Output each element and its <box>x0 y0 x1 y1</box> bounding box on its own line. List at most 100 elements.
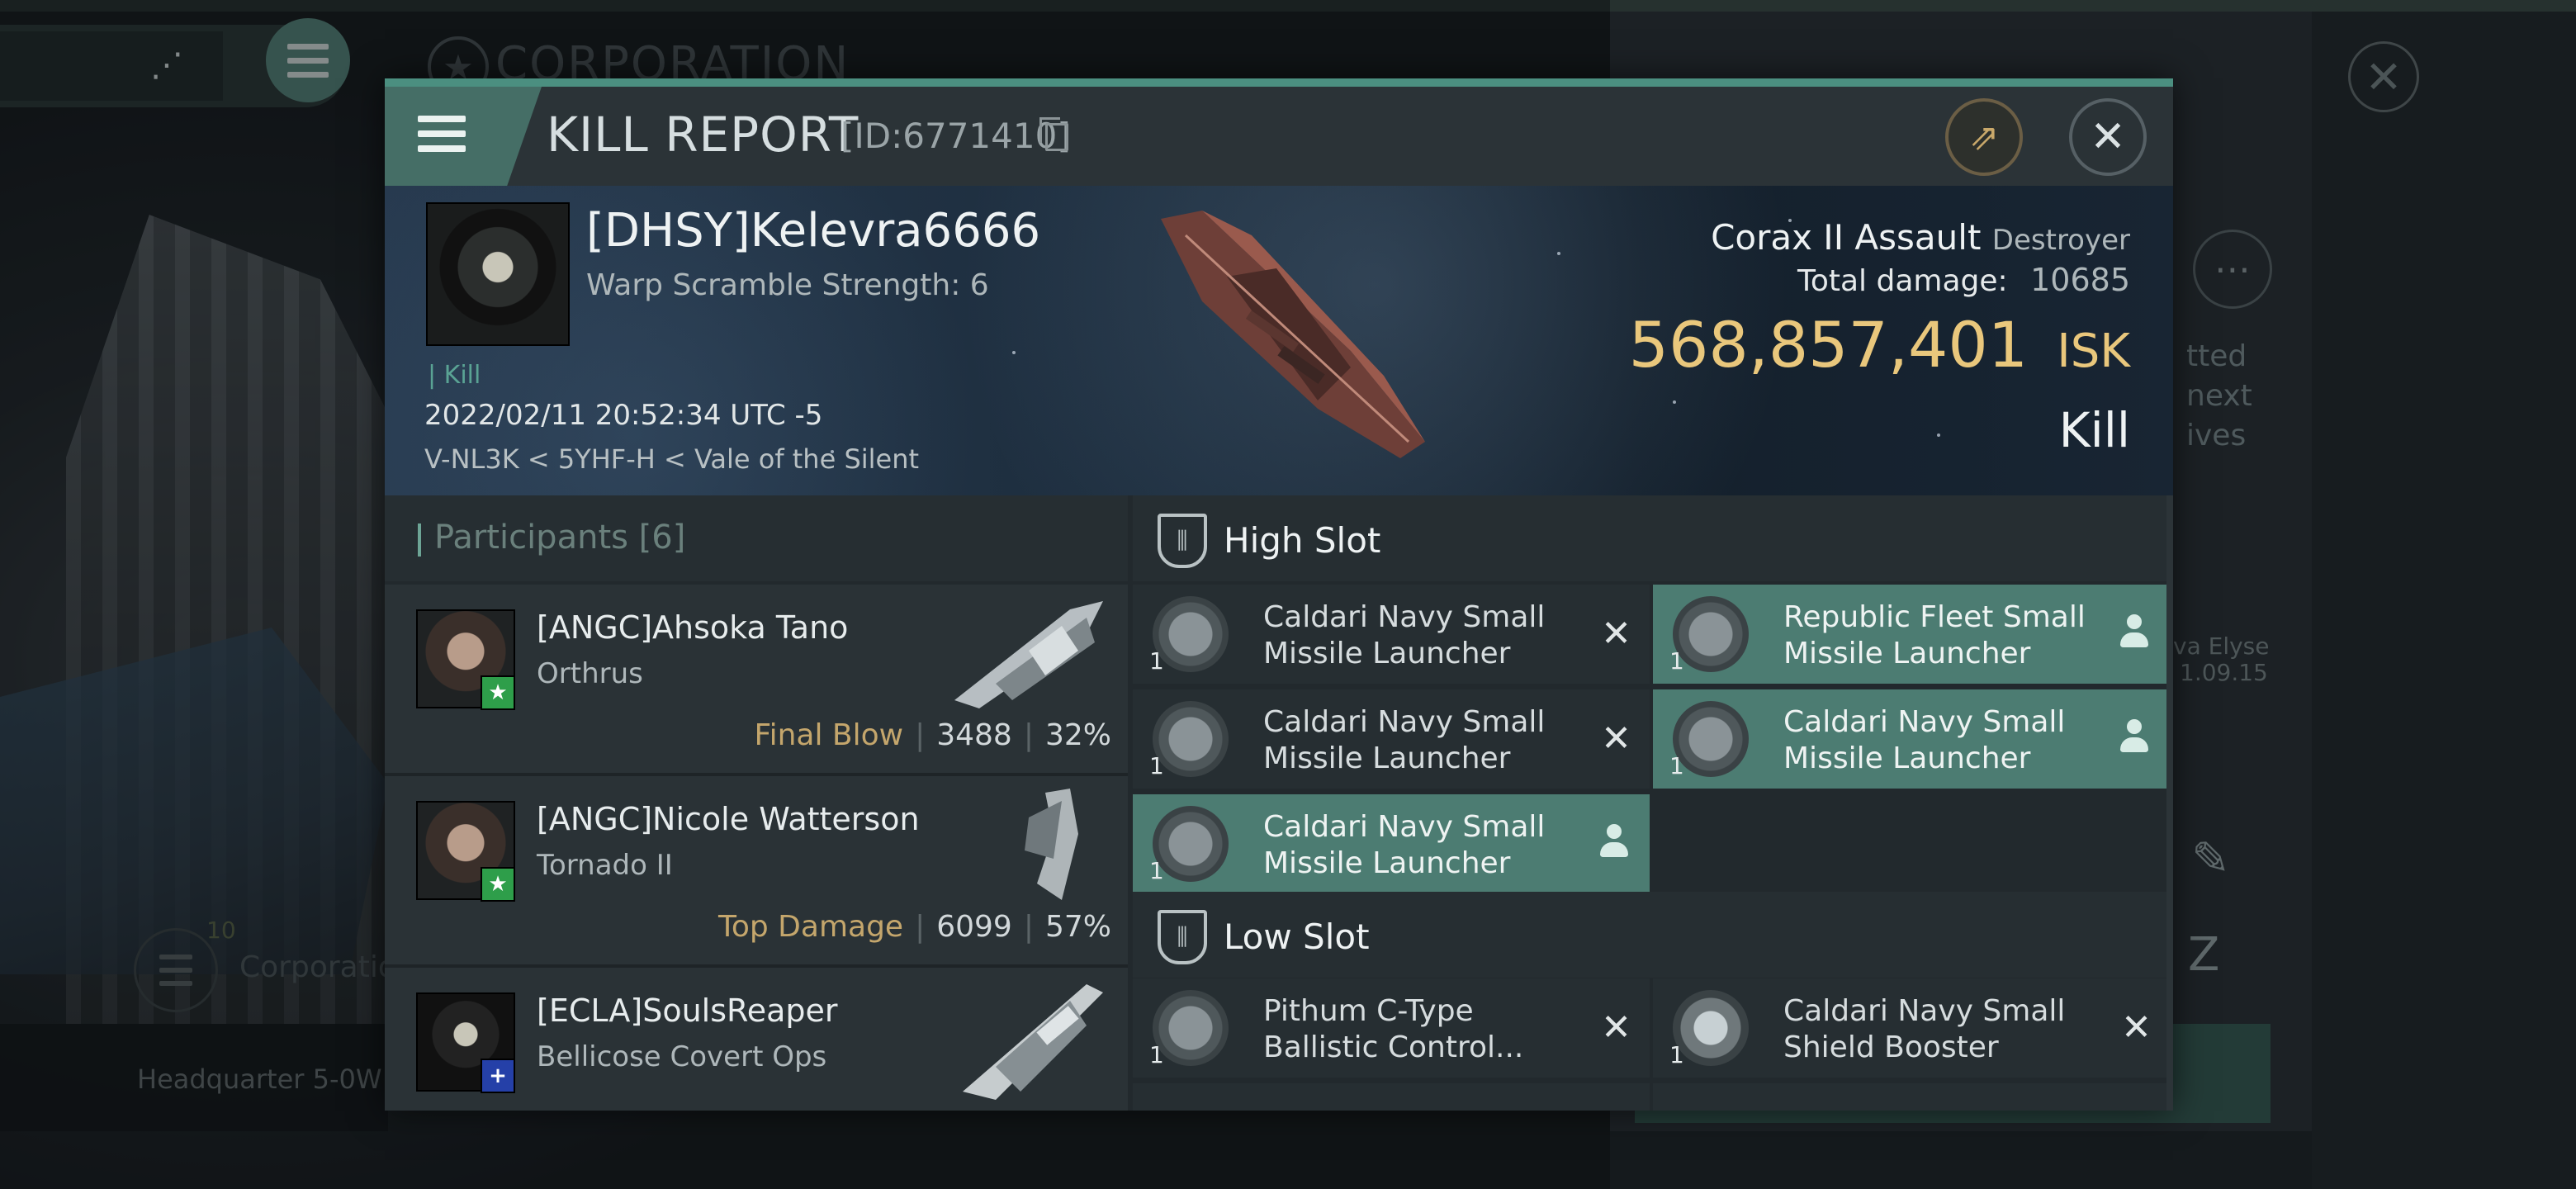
destroyed-x-icon: ✕ <box>2121 1007 2152 1049</box>
ship-class: Destroyer <box>1991 224 2130 257</box>
dropped-pilot-icon <box>2120 614 2148 651</box>
participants-label: Participants [6] <box>434 519 686 557</box>
module-item-partial[interactable] <box>1653 1083 2170 1111</box>
high-slot-header: ⫼ High Slot <box>1133 495 2173 581</box>
participant-ship: Tornado II <box>537 849 673 882</box>
kill-result: Kill <box>2058 402 2130 458</box>
dialog-accent-line <box>385 78 2173 87</box>
share-button[interactable]: ⇗ <box>1945 98 2023 176</box>
destroyed-x-icon: ✕ <box>1601 718 1631 760</box>
module-quantity: 1 <box>1669 647 1684 675</box>
module-item[interactable]: 1 Caldari Navy Small Shield Booster ✕ <box>1653 978 2170 1078</box>
module-item[interactable]: 1 Pithum C-Type Ballistic Control... ✕ <box>1133 978 1650 1078</box>
copy-icon[interactable] <box>1039 117 1068 151</box>
isk-value: 568,857,401 ISK <box>1629 308 2130 381</box>
kill-datetime: 2022/02/11 20:52:34 UTC -5 <box>424 399 823 432</box>
module-name: Caldari Navy Small Shield Booster <box>1783 994 2066 1064</box>
participant-name[interactable]: [ECLA]SoulsReaper <box>537 992 838 1029</box>
module-quantity: 1 <box>1149 647 1164 675</box>
total-damage: Total damage: 10685 <box>1797 262 2130 298</box>
ship-type: Corax II Assault <box>1711 217 1982 258</box>
module-item[interactable]: 1 Caldari Navy Small Missile Launcher ✕ <box>1133 689 1650 789</box>
dialog-title: KILL REPORT <box>547 107 859 163</box>
participants-header: Participants [6] <box>385 495 1128 581</box>
module-item[interactable]: 1 Republic Fleet Small Missile Launcher <box>1653 585 2170 684</box>
top-damage-tag: Top Damage <box>717 910 904 944</box>
victim-banner: [DHSY]Kelevra6666 Warp Scramble Strength… <box>385 186 2173 495</box>
standing-star-icon: ★ <box>481 675 515 710</box>
background-note-2: 1.09.15 <box>2180 659 2268 686</box>
low-slot-label: Low Slot <box>1224 917 1370 957</box>
isk-unit: ISK <box>2057 324 2130 378</box>
low-slot-header: ⫼ Low Slot <box>1133 892 2173 978</box>
close-button[interactable]: ✕ <box>2069 98 2147 176</box>
kill-report-dialog: KILL REPORT [ID:6771410] ⇗ ✕ [DHSY]Kelev… <box>385 78 2173 1111</box>
dropped-pilot-icon <box>1600 824 1628 860</box>
background-text-3: ives <box>2186 419 2247 452</box>
background-note-1: va Elyse <box>2173 632 2270 660</box>
module-quantity: 1 <box>1669 752 1684 779</box>
total-damage-value: 10685 <box>2030 262 2130 298</box>
participant-ship: Bellicose Covert Ops <box>537 1040 827 1073</box>
module-name: Caldari Navy Small Missile Launcher <box>1263 705 1546 775</box>
participant-stats: Final Blow | 3488 | 32% <box>754 718 1111 752</box>
participant-row[interactable]: ★ [ANGC]Ahsoka Tano Orthrus Final Blow | 3… <box>385 585 1128 776</box>
participant-damage-percent: 32% <box>1044 718 1111 752</box>
participant-name[interactable]: [ANGC]Nicole Watterson <box>537 801 920 837</box>
background-text-2: next <box>2186 379 2252 413</box>
module-quantity: 1 <box>1149 1041 1164 1068</box>
isk-amount: 568,857,401 <box>1628 308 2029 381</box>
destroyed-x-icon: ✕ <box>1601 1007 1631 1049</box>
final-blow-tag: Final Blow <box>754 718 904 752</box>
victim-ship-image <box>1161 211 1425 458</box>
participant-row[interactable]: + [ECLA]SoulsReaper Bellicose Covert Ops <box>385 968 1128 1111</box>
sleep-settings-icon[interactable]: Z <box>2188 928 2219 982</box>
kill-tag: | Kill <box>428 361 481 390</box>
background-close-icon[interactable]: ✕ <box>2348 41 2419 112</box>
share-icon: ⇗ <box>1968 116 2000 159</box>
victim-portrait[interactable] <box>426 202 570 346</box>
participant-damage-percent: 57% <box>1044 910 1111 944</box>
standing-star-icon: ★ <box>481 867 515 902</box>
participant-name[interactable]: [ANGC]Ahsoka Tano <box>537 609 848 646</box>
module-name: Caldari Navy Small Missile Launcher <box>1263 600 1546 670</box>
scrollbar[interactable] <box>2166 495 2173 1111</box>
module-item-partial[interactable] <box>1133 1083 1650 1111</box>
module-name: Caldari Navy Small Missile Launcher <box>1783 705 2066 775</box>
destroyed-x-icon: ✕ <box>1601 613 1631 655</box>
high-slot-icon: ⫼ <box>1158 514 1207 568</box>
close-icon: ✕ <box>2090 112 2126 162</box>
background-text-1: tted <box>2186 339 2247 373</box>
participant-ship-image <box>954 601 1103 708</box>
edit-icon[interactable]: ✎ <box>2191 832 2230 886</box>
standing-plus-icon: + <box>481 1059 515 1093</box>
module-name: Caldari Navy Small Missile Launcher <box>1263 810 1546 880</box>
menu-icon <box>418 116 466 152</box>
module-name: Pithum C-Type Ballistic Control... <box>1263 994 1524 1064</box>
star <box>1673 400 1676 404</box>
module-quantity: 1 <box>1149 857 1164 884</box>
module-quantity: 1 <box>1669 1041 1684 1068</box>
total-damage-label: Total damage: <box>1797 264 2008 298</box>
module-item[interactable]: 1 Caldari Navy Small Missile Launcher ✕ <box>1133 585 1650 684</box>
victim-name[interactable]: [DHSY]Kelevra6666 <box>586 204 1040 258</box>
victim-ship-name[interactable]: Corax II Assault Destroyer <box>1711 217 2130 258</box>
module-name: Republic Fleet Small Missile Launcher <box>1783 600 2086 670</box>
module-item[interactable]: 1 Caldari Navy Small Missile Launcher <box>1133 794 1650 893</box>
participants-accent <box>418 523 421 557</box>
participant-ship: Orthrus <box>537 657 643 690</box>
warp-scramble-strength: Warp Scramble Strength: 6 <box>586 268 989 302</box>
more-icon[interactable]: ⋯ <box>2193 230 2272 309</box>
module-item[interactable]: 1 Caldari Navy Small Missile Launcher <box>1653 689 2170 789</box>
star <box>1557 252 1560 255</box>
star <box>1937 433 1940 437</box>
star <box>1012 351 1016 354</box>
kill-location[interactable]: V-NL3K < 5YHF-H < Vale of the Silent <box>424 443 919 475</box>
module-quantity: 1 <box>1149 752 1164 779</box>
participant-row[interactable]: ★ [ANGC]Nicole Watterson Tornado II Top … <box>385 776 1128 968</box>
high-slot-label: High Slot <box>1224 520 1381 561</box>
participant-ship-image <box>963 984 1103 1100</box>
report-id: [ID:6771410] <box>841 116 1071 156</box>
participant-ship-image <box>1025 789 1078 900</box>
background-side-panel <box>2312 12 2576 1189</box>
